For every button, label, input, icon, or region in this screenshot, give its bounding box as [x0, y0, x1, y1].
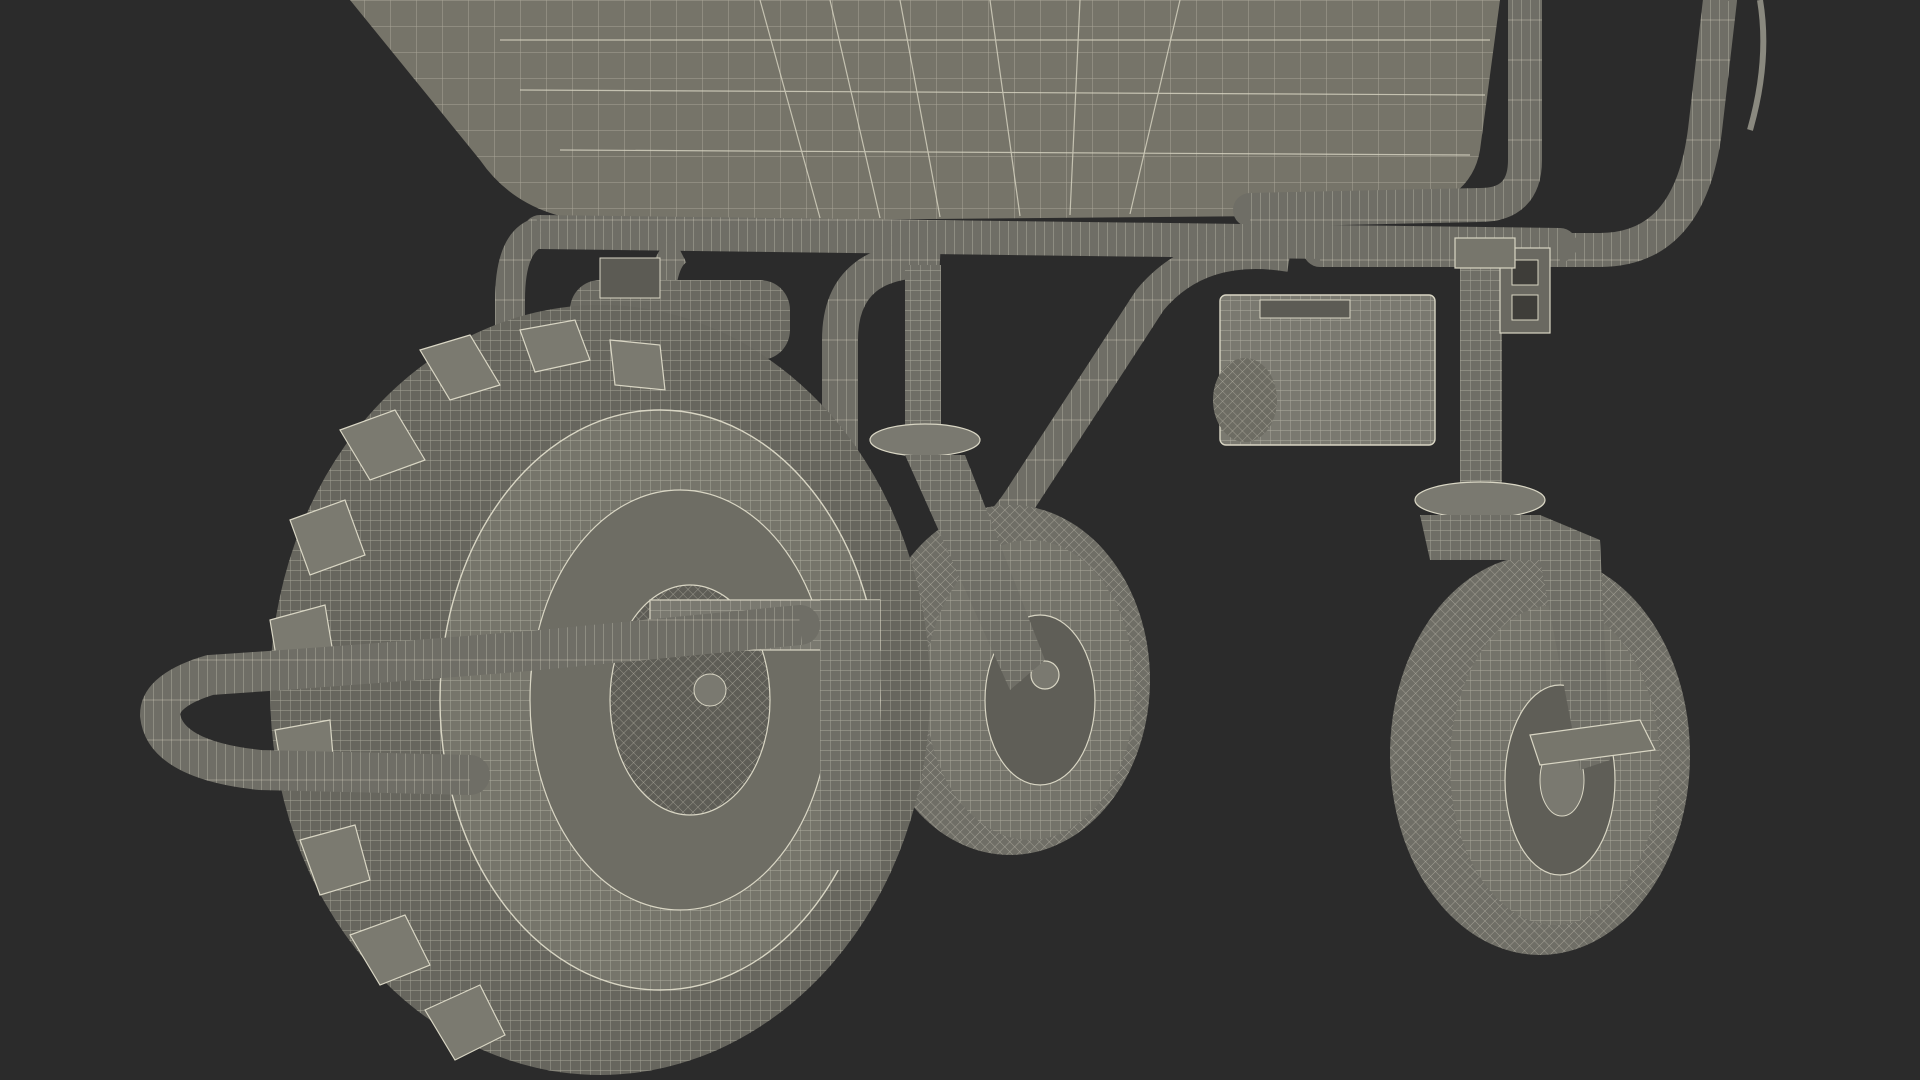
battery-box [1213, 294, 1436, 446]
render-viewport [0, 0, 1920, 1080]
tub [350, 0, 1500, 222]
wireframe-render [139, 0, 1767, 1075]
